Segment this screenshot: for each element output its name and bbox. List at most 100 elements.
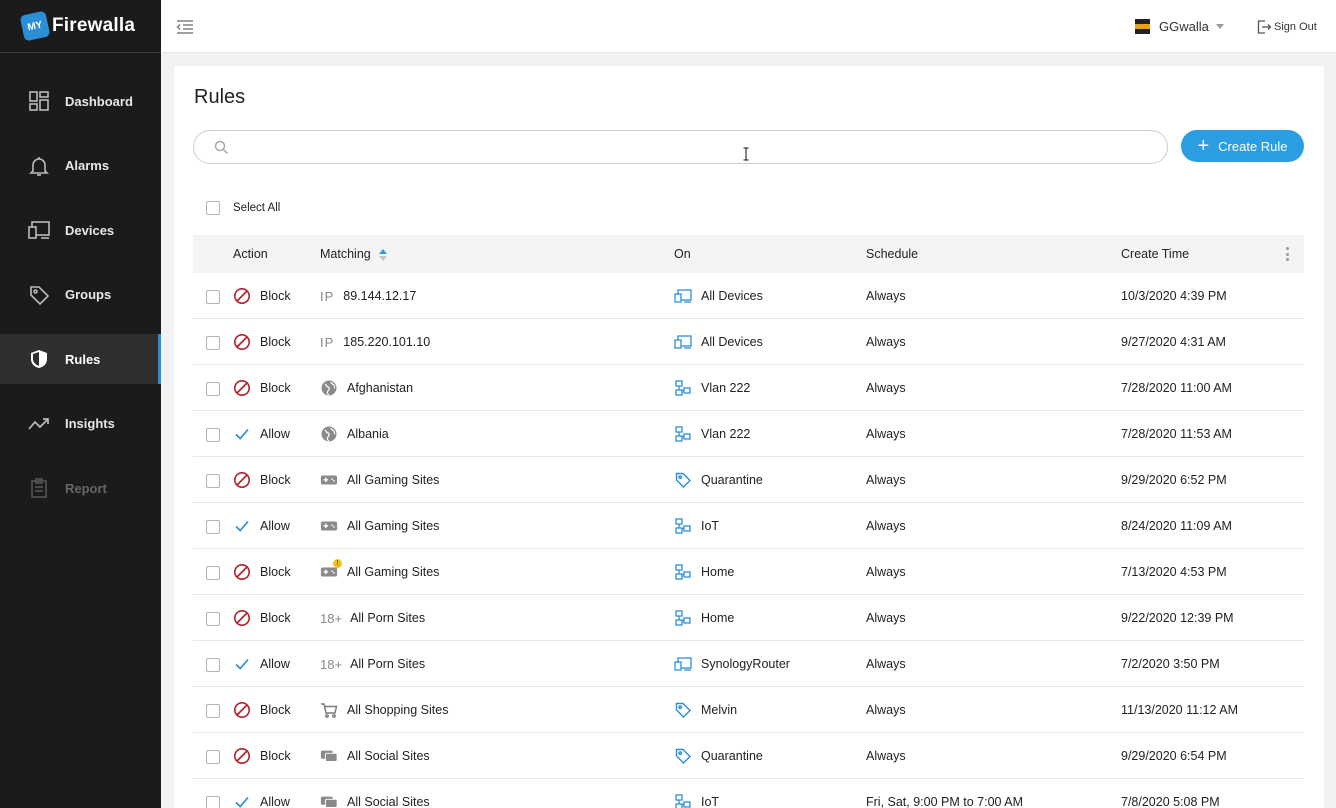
table-row[interactable]: Allow 18+ All Porn Sites SynologyRouter Alwa… [193,641,1304,687]
search-box[interactable] [193,130,1168,164]
table-row[interactable]: Block IP 89.144.12.17 All Devices Always 10/3… [193,273,1304,319]
on-cell: Quarantine [674,747,763,765]
row-checkbox[interactable] [206,566,220,580]
column-action[interactable]: Action [233,247,268,261]
table-row[interactable]: Block Afghanistan Vlan 222 Always 7/28/2020 … [193,365,1304,411]
table-row[interactable]: Block All Gaming Sites Quarantine Always 9/2… [193,457,1304,503]
tag-icon [674,471,692,489]
on-cell: Vlan 222 [674,425,750,443]
search-icon [214,140,229,155]
on-label: Home [701,611,735,625]
sidebar-item-dashboard[interactable]: Dashboard [0,76,161,126]
schedule-cell: Always [866,473,906,487]
check-icon [233,793,251,808]
table-row[interactable]: Allow All Gaming Sites IoT Always 8/24/2020 … [193,503,1304,549]
shield-icon [27,347,51,371]
column-on[interactable]: On [674,247,691,261]
action-label: Allow [260,795,290,808]
trend-icon [27,412,51,436]
matching-label: All Shopping Sites [347,703,449,717]
matching-label: All Porn Sites [350,657,426,671]
block-icon [233,379,251,397]
action-label: Block [260,335,291,349]
check-icon [233,517,251,535]
create-time-cell: 7/28/2020 11:00 AM [1121,381,1232,395]
row-checkbox[interactable] [206,520,220,534]
sign-out-button[interactable]: Sign Out [1256,19,1317,35]
user-menu[interactable]: GGwalla [1135,19,1224,34]
table-row[interactable]: Block! All Gaming Sites Home Always 7/13/202… [193,549,1304,595]
table-row[interactable]: Block 18+ All Porn Sites Home Always 9/22/202… [193,595,1304,641]
row-checkbox-cell [206,428,220,442]
collapse-menu-icon[interactable] [175,18,195,36]
chat-icon [320,747,338,765]
action-label: Block [260,749,291,763]
column-menu-icon[interactable] [1286,247,1290,261]
row-checkbox-cell [206,658,220,672]
matching-label: All Porn Sites [350,611,426,625]
action-cell: Block [233,563,291,581]
chat-icon [320,793,338,808]
action-label: Block [260,381,291,395]
create-time-cell: 9/27/2020 4:31 AM [1121,335,1226,349]
logo-text: Firewalla [52,15,136,36]
row-checkbox[interactable] [206,290,220,304]
sign-out-label: Sign Out [1274,21,1317,33]
column-matching-label: Matching [320,247,371,261]
on-label: IoT [701,519,720,533]
select-all[interactable]: Select All [206,201,280,215]
on-cell: Melvin [674,701,737,719]
create-rule-button[interactable]: + Create Rule [1181,130,1304,162]
sidebar-item-label: Rules [65,351,101,367]
row-checkbox[interactable] [206,612,220,626]
action-label: Allow [260,657,290,671]
action-cell: Block [233,287,291,305]
sidebar-item-groups[interactable]: Groups [0,270,161,320]
sidebar-item-alarms[interactable]: Alarms [0,141,161,191]
on-label: Melvin [701,703,738,717]
select-all-checkbox[interactable] [206,201,220,215]
on-cell: IoT [674,793,719,808]
sort-icon[interactable] [378,248,387,261]
schedule-cell: Always [866,381,906,395]
table-row[interactable]: Block All Shopping Sites Melvin Always 11/13… [193,687,1304,733]
row-checkbox-cell [206,750,220,764]
clipboard-icon [27,476,51,500]
row-checkbox[interactable] [206,382,220,396]
table-row[interactable]: Block All Social Sites Quarantine Always 9/2… [193,733,1304,779]
check-icon [233,425,251,443]
table-row[interactable]: Allow Albania Vlan 222 Always 7/28/2020 11:5… [193,411,1304,457]
adult-icon: 18+ [320,656,343,672]
column-create-time[interactable]: Create Time [1121,247,1189,261]
search-input[interactable] [238,137,1138,157]
sidebar-item-devices[interactable]: Devices [0,205,161,255]
matching-label: All Gaming Sites [347,473,440,487]
schedule-cell: Always [866,703,906,717]
sidebar-item-label: Report [65,480,107,496]
on-label: All Devices [701,289,763,303]
on-cell: Home [674,609,734,627]
column-schedule[interactable]: Schedule [866,247,918,261]
logo[interactable]: MY Firewalla [0,0,161,53]
select-all-label: Select All [233,202,281,214]
sidebar-item-insights[interactable]: Insights [0,399,161,449]
create-time-cell: 9/29/2020 6:52 PM [1121,473,1227,487]
row-checkbox[interactable] [206,336,220,350]
on-label: Quarantine [701,749,763,763]
adult-icon: 18+ [320,610,343,626]
table-row[interactable]: Block IP 185.220.101.10 All Devices Always 9/… [193,319,1304,365]
row-checkbox[interactable] [206,658,220,672]
row-checkbox[interactable] [206,796,220,808]
row-checkbox[interactable] [206,428,220,442]
column-matching[interactable]: Matching [320,247,387,261]
row-checkbox[interactable] [206,704,220,718]
sidebar-item-rules[interactable]: Rules [0,334,161,384]
create-time-cell: 11/13/2020 11:12 AM [1121,703,1238,717]
row-checkbox-cell [206,704,220,718]
row-checkbox[interactable] [206,750,220,764]
schedule-cell: Always [866,611,906,625]
row-checkbox[interactable] [206,474,220,488]
row-checkbox-cell [206,336,220,350]
user-flag-icon [1135,19,1150,34]
table-row[interactable]: Allow All Social Sites IoT Fri, Sat, 9:00 P… [193,779,1304,808]
